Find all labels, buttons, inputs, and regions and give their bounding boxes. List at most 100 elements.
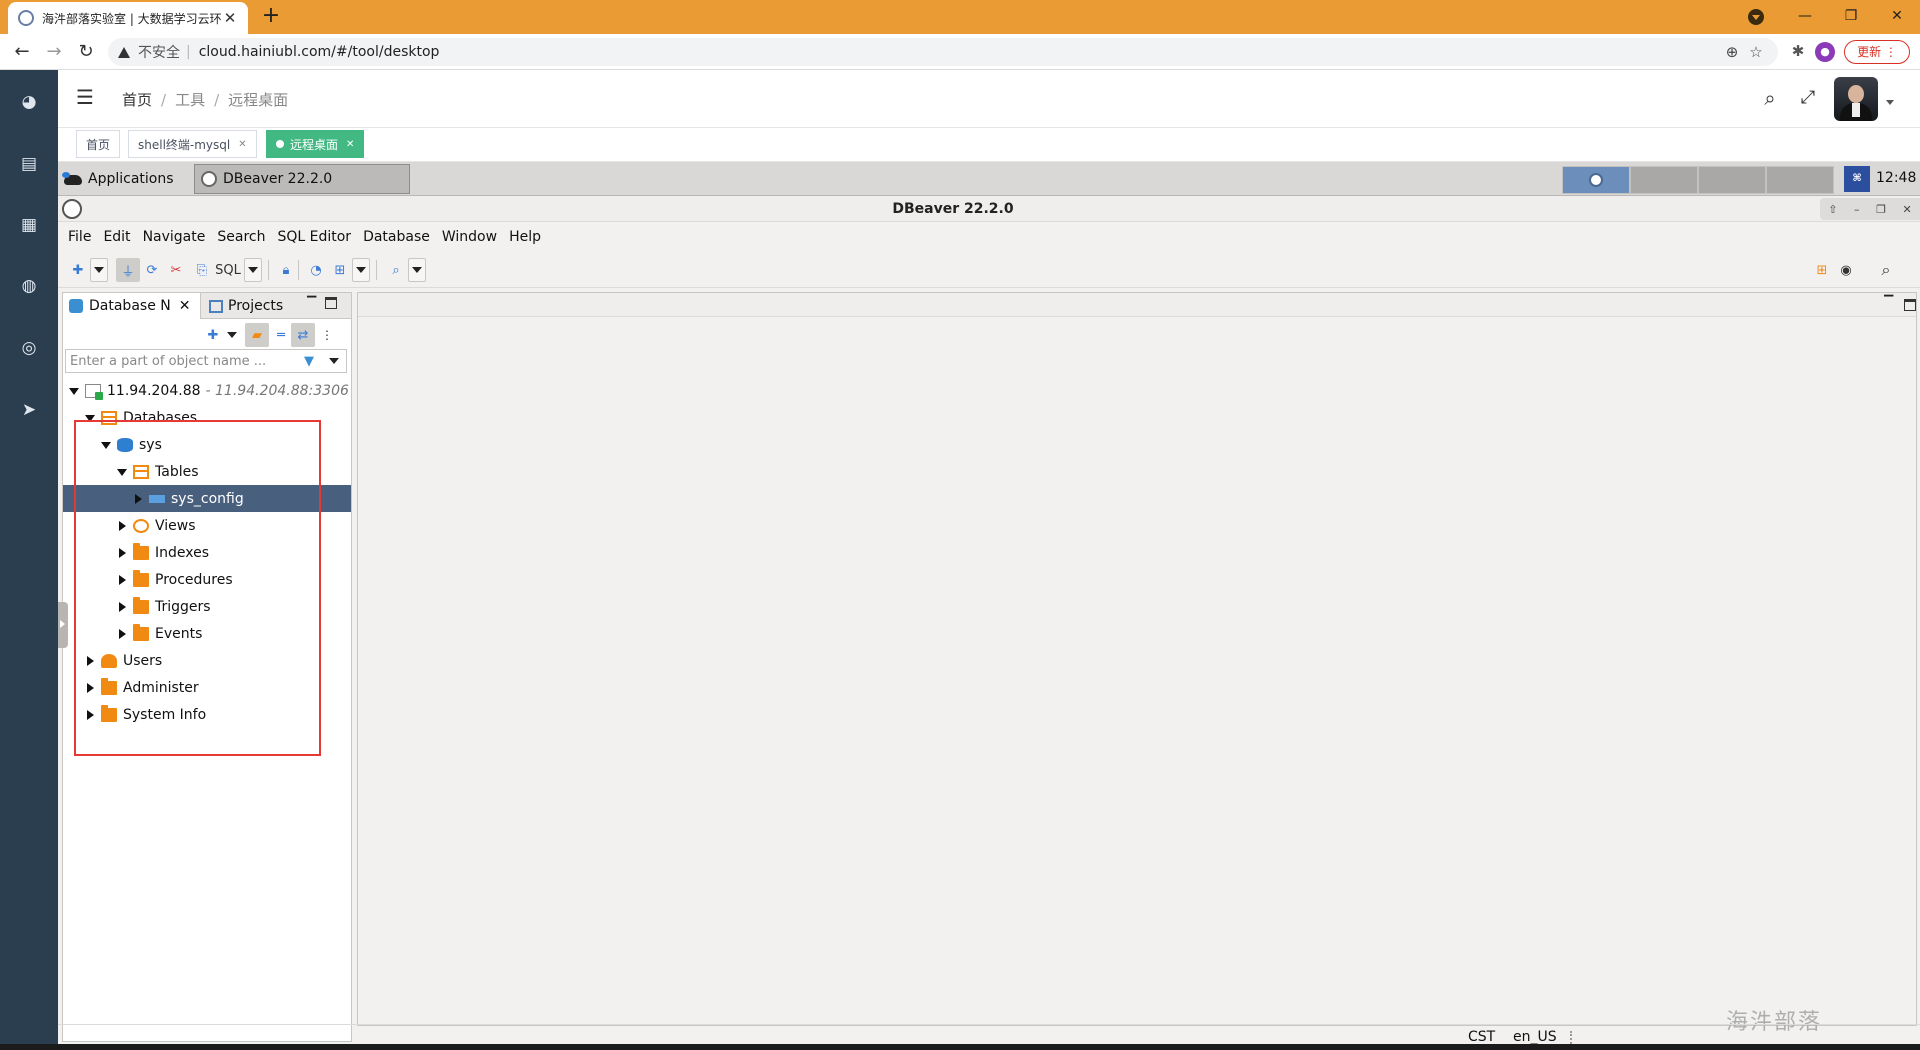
close-icon[interactable]: ✕ [179, 298, 191, 314]
menu-window[interactable]: Window [442, 229, 497, 245]
chevron-down-icon[interactable] [1886, 100, 1894, 105]
browser-tab[interactable]: 海汼部落实验室 | 大数据学习云环 ✕ [8, 2, 248, 34]
forward-icon[interactable]: → [42, 40, 66, 64]
back-icon[interactable]: ← [10, 40, 34, 64]
tree-node-triggers[interactable]: Triggers [63, 593, 351, 620]
applications-menu-button[interactable]: Applications [62, 165, 174, 193]
close-icon[interactable]: ✕ [238, 139, 246, 150]
sql-editor-icon[interactable]: ⎘ [190, 258, 214, 282]
workspace-2[interactable] [1630, 166, 1698, 194]
workspace-1[interactable] [1562, 166, 1630, 194]
send-icon[interactable]: ➤ [17, 398, 41, 422]
transaction-dropdown[interactable] [352, 258, 370, 282]
tree-node-users[interactable]: Users [63, 647, 351, 674]
apps-icon[interactable]: ▦ [17, 213, 41, 237]
panel-clock[interactable]: 12:48 [1876, 170, 1916, 186]
workspace-3[interactable] [1698, 166, 1766, 194]
extensions-icon[interactable]: ✱ [1788, 42, 1808, 62]
connect-icon[interactable]: ⏚ [116, 258, 140, 282]
expand-toggle[interactable] [67, 384, 81, 398]
sql-button-label[interactable]: SQL [214, 258, 242, 282]
expand-toggle[interactable] [83, 681, 97, 695]
omnibox[interactable]: 不安全 | cloud.hainiubl.com/#/tool/desktop … [108, 38, 1778, 66]
update-button[interactable]: 更新 ⋮ [1844, 40, 1910, 64]
view-menu-icon[interactable]: ⋮ [315, 323, 339, 347]
find-dropdown[interactable] [408, 258, 426, 282]
minimize-icon[interactable]: – [1854, 203, 1860, 216]
close-tab-icon[interactable]: ✕ [222, 9, 238, 27]
expand-toggle[interactable] [115, 519, 129, 533]
expand-toggle[interactable] [83, 708, 97, 722]
tree-node-procedures[interactable]: Procedures [63, 566, 351, 593]
remote-desktop[interactable]: Applications DBeaver 22.2.0 ⌘ 12:48 DBea… [58, 162, 1920, 1050]
dashboard-icon[interactable]: ◕ [17, 90, 41, 114]
breadcrumb-home[interactable]: 首页 [122, 91, 152, 109]
menu-search[interactable]: Search [217, 229, 265, 245]
star-icon[interactable]: ☆ [1744, 43, 1768, 61]
menu-edit[interactable]: Edit [103, 229, 130, 245]
new-connection-dropdown[interactable] [223, 323, 241, 347]
global-search-icon[interactable]: ⌕ [1874, 258, 1898, 282]
tree-node-views[interactable]: Views [63, 512, 351, 539]
reload-icon[interactable]: ↻ [74, 40, 98, 64]
tag-shell-mysql[interactable]: shell终端-mysql ✕ [128, 130, 257, 158]
invalidate-icon[interactable]: ⟳ [140, 258, 164, 282]
minimize-panel-icon[interactable]: ▔ [1884, 295, 1898, 309]
minimize-panel-icon[interactable]: ▔ [307, 296, 321, 310]
tag-home[interactable]: 首页 [76, 130, 121, 158]
restore-window-button[interactable]: ❐ [1828, 0, 1874, 34]
dashboard-gauge-icon[interactable]: ◔ [304, 258, 328, 282]
workspace-4[interactable] [1766, 166, 1834, 194]
tree-node-databases[interactable]: Databases [63, 404, 351, 431]
profile-icon[interactable]: ● [1815, 42, 1835, 62]
tab-search-icon[interactable] [1748, 9, 1764, 25]
menu-help[interactable]: Help [509, 229, 541, 245]
globe-icon[interactable]: ◍ [17, 274, 41, 298]
tree-node-events[interactable]: Events [63, 620, 351, 647]
url-text[interactable]: cloud.hainiubl.com/#/tool/desktop [199, 44, 1720, 60]
expand-toggle[interactable] [115, 600, 129, 614]
expand-toggle[interactable] [131, 492, 145, 506]
open-perspective-icon[interactable]: ⊞ [1810, 258, 1834, 282]
lock-icon[interactable]: 🔒︎ [274, 258, 298, 282]
editor-area[interactable]: ▔ [357, 292, 1917, 1026]
expand-toggle[interactable] [115, 573, 129, 587]
tree-node-tables[interactable]: Tables [63, 458, 351, 485]
expand-toggle[interactable] [83, 654, 97, 668]
side-panel-handle[interactable] [58, 602, 68, 648]
menu-navigate[interactable]: Navigate [143, 229, 206, 245]
filter-dropdown[interactable] [324, 352, 344, 370]
maximize-panel-icon[interactable] [1904, 299, 1916, 311]
expand-toggle[interactable] [115, 627, 129, 641]
maximize-icon[interactable]: ❐ [1876, 203, 1886, 216]
document-icon[interactable]: ▤ [17, 152, 41, 176]
new-connection-icon[interactable]: ✚ [201, 323, 225, 347]
collapse-all-icon[interactable]: ═ [269, 323, 293, 347]
lifebuoy-icon[interactable]: ◎ [17, 336, 41, 360]
close-window-button[interactable]: ✕ [1874, 0, 1920, 34]
fullscreen-icon[interactable]: ⤢ [1796, 86, 1820, 110]
filter-icon[interactable]: ▼ [304, 354, 320, 370]
search-icon[interactable]: ⌕ [1758, 86, 1782, 110]
tag-remote-desktop[interactable]: 远程桌面 ✕ [266, 130, 365, 158]
tree-node-administer[interactable]: Administer [63, 674, 351, 701]
new-folder-icon[interactable]: ▰ [245, 323, 269, 347]
menu-database[interactable]: Database [363, 229, 430, 245]
new-connection-dropdown[interactable] [90, 258, 108, 282]
menu-sql-editor[interactable]: SQL Editor [277, 229, 351, 245]
input-method-icon[interactable]: ⌘ [1844, 166, 1870, 192]
expand-toggle[interactable] [99, 438, 113, 452]
tree-node-system-info[interactable]: System Info [63, 701, 351, 728]
menu-toggle-icon[interactable]: ☰ [76, 87, 96, 108]
tab-database-navigator[interactable]: Database N ✕ [63, 293, 201, 319]
security-label[interactable]: 不安全 [138, 42, 180, 62]
new-connection-icon[interactable]: ✚ [66, 258, 90, 282]
avatar[interactable] [1834, 77, 1878, 121]
dbeaver-perspective-icon[interactable]: ◉ [1834, 258, 1858, 282]
disconnect-icon[interactable]: ✂ [164, 258, 188, 282]
sql-dropdown[interactable] [244, 258, 262, 282]
taskbar-window-button[interactable]: DBeaver 22.2.0 [194, 164, 410, 194]
expand-toggle[interactable] [115, 546, 129, 560]
not-secure-icon[interactable] [118, 46, 130, 58]
close-icon[interactable]: ✕ [1903, 203, 1912, 216]
